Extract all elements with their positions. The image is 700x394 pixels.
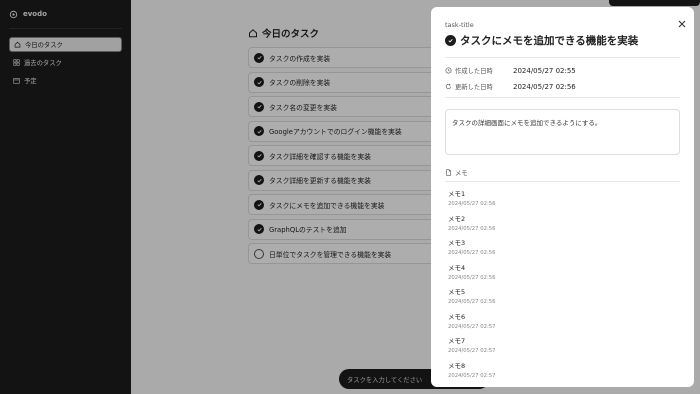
task-title-text: タスクにメモを追加できる機能を実装: [460, 35, 639, 47]
memo-title: メモ3: [448, 239, 466, 247]
memo-title: メモ2: [448, 214, 466, 223]
divider: [445, 57, 680, 58]
memo-item[interactable]: メモ5 2024/05/27 02:56: [448, 286, 495, 305]
file-icon: [446, 169, 451, 176]
created-label: 作成した日時: [455, 68, 493, 75]
memo-time: 2024/05/27 02:57: [448, 372, 496, 379]
task-label-caption: task-title: [445, 21, 474, 29]
description-text: タスクの詳細画面にメモを追加できるようにする。: [452, 119, 602, 127]
clock-icon: [445, 67, 452, 74]
updated-value: 2024/05/27 02:56: [513, 82, 576, 91]
memo-item[interactable]: メモ1 2024/05/27 02:56: [448, 188, 495, 207]
memo-title: メモ7: [448, 337, 466, 345]
memo-item[interactable]: メモ8 2024/05/27 02:57: [448, 360, 495, 379]
memo-item[interactable]: メモ6 2024/05/27 02:57: [448, 311, 495, 330]
created-row: 作成した日時 2024/05/27 02:55: [445, 66, 576, 75]
close-button[interactable]: [677, 14, 687, 28]
memo-title: メモ5: [448, 288, 466, 296]
memo-item[interactable]: メモ2 2024/05/27 02:56: [448, 213, 495, 232]
divider: [445, 181, 680, 182]
memo-section-label: メモ: [455, 170, 468, 177]
created-value: 2024/05/27 02:55: [513, 66, 576, 75]
memo-item[interactable]: メモ7 2024/05/27 02:57: [448, 335, 495, 354]
memo-title: メモ6: [448, 312, 466, 321]
memo-time: 2024/05/27 02:57: [448, 323, 496, 330]
memo-title: メモ4: [448, 263, 466, 272]
memo-title: メモ1: [448, 190, 466, 198]
divider: [445, 97, 680, 98]
memo-time: 2024/05/27 02:56: [448, 225, 496, 232]
memo-section-header: メモ: [445, 168, 468, 177]
memo-item[interactable]: メモ3 2024/05/27 02:56: [448, 237, 495, 256]
memo-time: 2024/05/27 02:56: [448, 201, 496, 207]
memo-time: 2024/05/27 02:56: [448, 274, 496, 281]
description-field[interactable]: タスクの詳細画面にメモを追加できるようにする。: [445, 109, 680, 155]
refresh-icon: [445, 83, 452, 90]
memo-title: メモ8: [448, 361, 466, 370]
task-title[interactable]: タスクにメモを追加できる機能を実装: [445, 33, 638, 48]
updated-row: 更新した日時 2024/05/27 02:56: [445, 82, 576, 91]
check-icon[interactable]: [445, 35, 456, 46]
close-icon: [678, 20, 686, 28]
updated-label: 更新した日時: [455, 84, 493, 91]
task-detail-drawer: task-title タスクにメモを追加できる機能を実装 作成した日時 2024…: [431, 7, 694, 387]
memo-item[interactable]: メモ4 2024/05/27 02:56: [448, 262, 495, 281]
memo-time: 2024/05/27 02:56: [448, 250, 496, 256]
memo-time: 2024/05/27 02:57: [448, 348, 496, 354]
memo-time: 2024/05/27 02:56: [448, 299, 496, 305]
